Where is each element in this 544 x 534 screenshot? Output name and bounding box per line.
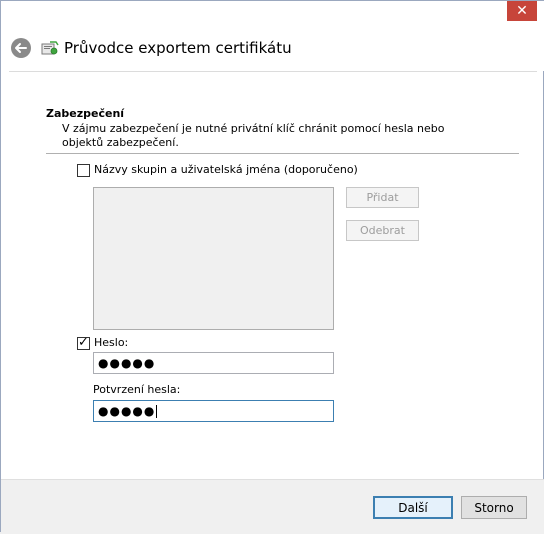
remove-button[interactable]: Odebrat [346, 220, 419, 241]
back-arrow-icon [15, 43, 27, 53]
text-caret [156, 405, 158, 418]
password-checkbox-label: Heslo: [94, 336, 129, 349]
groups-listbox[interactable] [93, 187, 334, 330]
section-title: Zabezpečení [46, 107, 125, 120]
next-button-label: Další [398, 500, 428, 515]
password-field[interactable]: ●●●●● [93, 352, 334, 374]
confirm-password-label: Potvrzení hesla: [93, 383, 181, 396]
next-button[interactable]: Další [373, 496, 453, 519]
confirm-password-field[interactable]: ●●●●● [93, 400, 334, 422]
groups-checkbox[interactable] [77, 164, 90, 177]
close-icon: ✕ [516, 3, 528, 19]
remove-button-label: Odebrat [360, 224, 405, 237]
footer: Další Storno [1, 479, 544, 534]
separator [46, 153, 519, 154]
section-description: V zájmu zabezpečení je nutné privátní kl… [62, 122, 445, 149]
title-bar: ✕ [1, 1, 544, 29]
cancel-button[interactable]: Storno [461, 496, 527, 519]
confirm-password-value: ●●●●● [98, 404, 156, 418]
wizard-window: ✕ Průvodce exportem certifikátu Zabezpeč… [0, 0, 544, 534]
certificate-wizard-icon [41, 41, 59, 55]
groups-checkbox-label: Názvy skupin a uživatelská jména (doporu… [94, 163, 358, 176]
wizard-header: Průvodce exportem certifikátu [1, 29, 544, 71]
close-button[interactable]: ✕ [507, 1, 537, 21]
add-button[interactable]: Přidat [346, 187, 419, 208]
password-checkbox[interactable] [77, 335, 90, 350]
cancel-button-label: Storno [474, 500, 514, 515]
wizard-title: Průvodce exportem certifikátu [64, 39, 292, 57]
add-button-label: Přidat [366, 191, 399, 204]
back-button[interactable] [11, 38, 31, 58]
